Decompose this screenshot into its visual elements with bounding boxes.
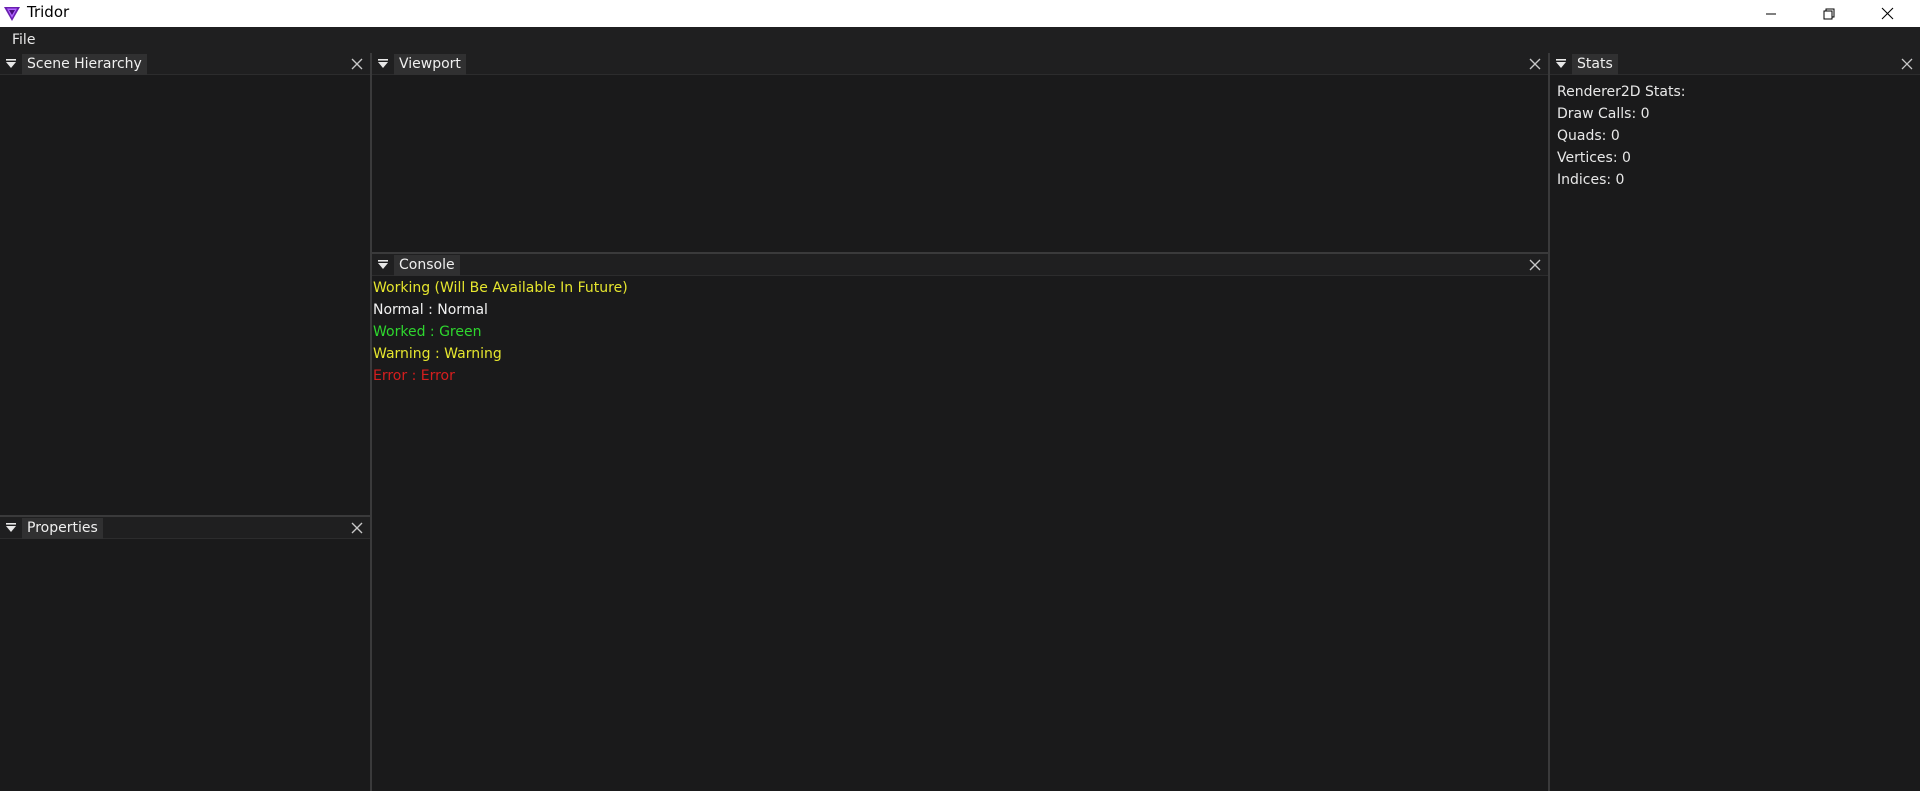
properties-panel: Properties bbox=[0, 517, 370, 791]
viewport-panel: Viewport bbox=[372, 53, 1548, 252]
close-window-button[interactable] bbox=[1858, 0, 1916, 27]
tab-scene-hierarchy[interactable]: Scene Hierarchy bbox=[22, 54, 147, 75]
stats-header: Stats bbox=[1550, 53, 1920, 75]
console-line: Warning : Warning bbox=[373, 346, 502, 362]
scene-hierarchy-panel: Scene Hierarchy bbox=[0, 53, 370, 515]
stats-vertices: Vertices: 0 bbox=[1557, 150, 1631, 166]
menu-file[interactable]: File bbox=[12, 32, 35, 48]
collapse-arrow-icon[interactable] bbox=[377, 259, 389, 271]
close-icon[interactable] bbox=[1528, 57, 1542, 71]
collapse-arrow-icon[interactable] bbox=[1555, 58, 1567, 70]
scene-hierarchy-header: Scene Hierarchy bbox=[0, 53, 370, 75]
tab-stats[interactable]: Stats bbox=[1572, 54, 1618, 75]
close-icon bbox=[1881, 7, 1893, 20]
console-line: Worked : Green bbox=[373, 324, 482, 340]
app-logo-icon bbox=[4, 7, 20, 21]
menu-bar: File bbox=[0, 27, 1920, 53]
close-icon[interactable] bbox=[350, 521, 364, 535]
tab-viewport[interactable]: Viewport bbox=[394, 54, 466, 75]
stats-quads: Quads: 0 bbox=[1557, 128, 1620, 144]
restore-icon bbox=[1823, 8, 1835, 19]
restore-button[interactable] bbox=[1800, 0, 1858, 27]
properties-header: Properties bbox=[0, 517, 370, 539]
stats-draw-calls: Draw Calls: 0 bbox=[1557, 106, 1650, 122]
minimize-button[interactable] bbox=[1742, 0, 1800, 27]
viewport-header: Viewport bbox=[372, 53, 1548, 75]
stats-indices: Indices: 0 bbox=[1557, 172, 1625, 188]
stats-heading: Renderer2D Stats: bbox=[1557, 84, 1686, 100]
minimize-icon bbox=[1766, 13, 1776, 14]
console-line: Working (Will Be Available In Future) bbox=[373, 280, 628, 296]
stats-panel: Stats Renderer2D Stats: Draw Calls: 0 Qu… bbox=[1550, 53, 1920, 791]
close-icon[interactable] bbox=[350, 57, 364, 71]
collapse-arrow-icon[interactable] bbox=[377, 58, 389, 70]
collapse-arrow-icon[interactable] bbox=[5, 58, 17, 70]
console-panel: Console Working (Will Be Available In Fu… bbox=[372, 254, 1548, 791]
console-line: Error : Error bbox=[373, 368, 455, 384]
collapse-arrow-icon[interactable] bbox=[5, 522, 17, 534]
close-icon[interactable] bbox=[1900, 57, 1914, 71]
window-title: Tridor bbox=[27, 3, 70, 21]
console-header: Console bbox=[372, 254, 1548, 276]
tab-console[interactable]: Console bbox=[394, 255, 460, 276]
tab-properties[interactable]: Properties bbox=[22, 518, 103, 539]
console-line: Normal : Normal bbox=[373, 302, 488, 318]
close-icon[interactable] bbox=[1528, 258, 1542, 272]
title-bar: Tridor bbox=[0, 0, 1920, 27]
